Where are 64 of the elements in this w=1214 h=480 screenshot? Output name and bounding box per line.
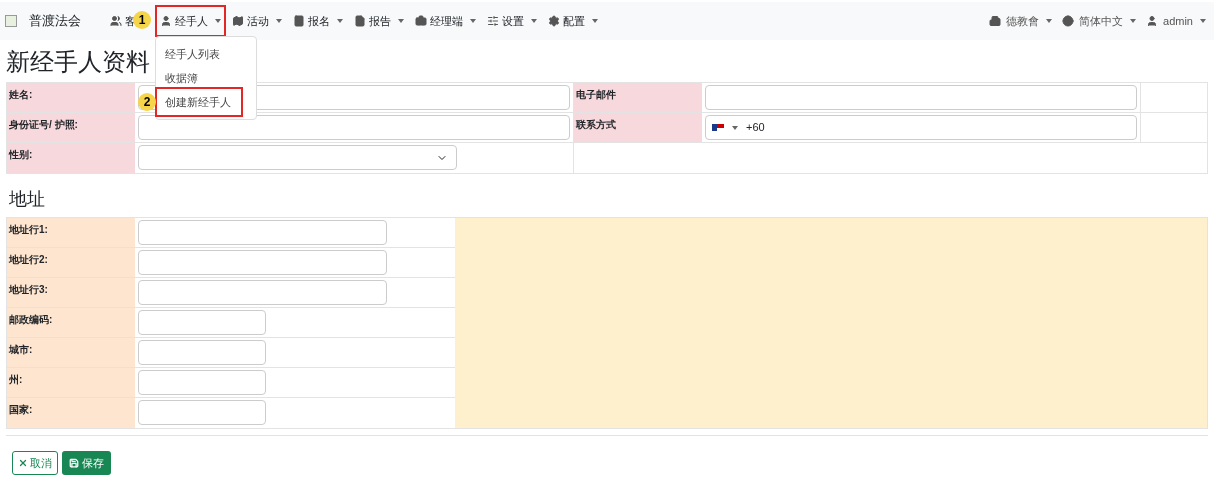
settings-icon [548, 15, 560, 27]
nav-menu[interactable]: 经手人 [157, 7, 224, 35]
text-field[interactable] [138, 280, 387, 305]
field-label: 联系方式 [574, 113, 702, 142]
field-label: 姓名: [7, 83, 135, 112]
dropdown-item[interactable]: 经手人列表 [157, 44, 241, 65]
caret-icon [276, 19, 282, 23]
field-label: 地址行1: [7, 218, 135, 247]
nav-menu[interactable]: 配置 [545, 7, 601, 35]
nav-menu[interactable]: 报名 [290, 7, 346, 35]
caret-icon [470, 19, 476, 23]
nav-menu[interactable]: 经理端 [412, 7, 479, 35]
step-badge: 1 [133, 11, 151, 29]
brand-link[interactable]: 普渡法会 [29, 11, 81, 31]
nav-menu[interactable]: admin [1146, 12, 1206, 30]
person-icon [160, 15, 172, 27]
page-title: 新经手人资料 [6, 47, 150, 77]
flag-icon [712, 124, 724, 131]
text-field[interactable] [138, 310, 266, 335]
nav-menu[interactable]: 设置 [484, 7, 540, 35]
field-label: 电子邮件 [574, 83, 702, 112]
caret-icon [398, 19, 404, 23]
save-button[interactable]: 保存 [62, 451, 111, 475]
field-label: 国家: [7, 398, 135, 428]
text-field[interactable] [138, 340, 266, 365]
save-icon [69, 458, 79, 468]
dropdown-item[interactable]: 收据簿 [157, 68, 241, 89]
text-field[interactable] [138, 115, 570, 140]
caret-icon [215, 19, 221, 23]
text-field[interactable] [705, 85, 1137, 110]
step-badge: 2 [138, 93, 156, 111]
caret-icon [732, 125, 738, 130]
field-label: 性别: [7, 143, 135, 173]
field-label: 地址行2: [7, 248, 135, 277]
phone-field[interactable]: +60 [705, 115, 1137, 140]
caret-icon [531, 19, 537, 23]
close-icon [18, 458, 28, 468]
broken-image-icon [5, 15, 17, 27]
section-title: 地址 [9, 188, 46, 211]
phone-value: +60 [746, 120, 765, 136]
caret-icon [1046, 19, 1053, 23]
nav-menu[interactable]: 德教會 [989, 12, 1053, 30]
cancel-button[interactable]: 取消 [12, 451, 58, 475]
caret-icon [592, 19, 598, 23]
text-field[interactable] [138, 370, 266, 395]
text-field[interactable] [138, 400, 266, 425]
nav-menu[interactable]: 报告 [351, 7, 407, 35]
nav-menu[interactable]: 活动 [229, 7, 285, 35]
field-label: 身份证号/ 护照: [7, 113, 135, 142]
select-field[interactable] [138, 145, 457, 170]
text-field[interactable] [138, 250, 387, 275]
person-icon [1146, 15, 1159, 27]
field-label: 地址行3: [7, 278, 135, 307]
field-label: 城市: [7, 338, 135, 367]
sliders-icon [487, 15, 499, 27]
field-label: 邮政编码: [7, 308, 135, 337]
caret-icon [337, 19, 343, 23]
dropdown-item[interactable]: 创建新经手人 [157, 89, 241, 116]
field-label: 州: [7, 368, 135, 397]
text-field[interactable] [138, 220, 387, 245]
caret-icon [1200, 19, 1206, 23]
caret-icon [1130, 19, 1137, 23]
nav-menu[interactable]: 简体中文 [1062, 12, 1137, 30]
people-icon [110, 15, 122, 27]
